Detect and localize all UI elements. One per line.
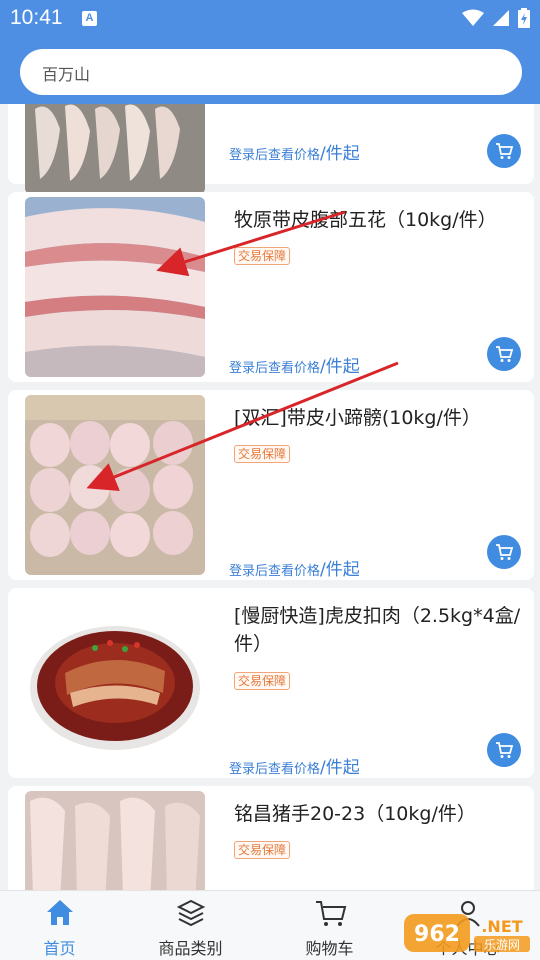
nav-categories[interactable]: 商品类别 (123, 891, 258, 960)
product-list[interactable]: 登录后查看价格/件起 牧原带皮腹部五花（10kg/件） 交易保障 登录后查看价格… (0, 104, 540, 890)
product-title[interactable]: [双汇]带皮小蹄髈(10kg/件） (234, 404, 534, 432)
product-card[interactable]: 牧原带皮腹部五花（10kg/件） 交易保障 登录后查看价格/件起 (8, 192, 534, 382)
app-header: 10:41 A 百万山 (0, 0, 540, 104)
nav-home[interactable]: 首页 (0, 891, 127, 960)
nav-label: 首页 (43, 939, 76, 958)
svg-text:乐游网: 乐游网 (484, 938, 520, 952)
price-login-note[interactable]: 登录后查看价格/件起 (229, 555, 360, 580)
wifi-icon (462, 9, 484, 26)
trade-guarantee-badge: 交易保障 (234, 672, 291, 690)
cart-icon (496, 544, 514, 560)
product-card[interactable]: 登录后查看价格/件起 (8, 104, 534, 194)
add-to-cart-button[interactable] (487, 134, 521, 168)
product-title[interactable]: [慢厨快造]虎皮扣肉（2.5kg*4盒/件） (234, 602, 534, 658)
product-image[interactable] (25, 104, 205, 194)
add-to-cart-button[interactable] (487, 733, 521, 767)
notification-app-icon: A (82, 11, 97, 26)
cart-icon (315, 901, 346, 926)
trade-guarantee-badge: 交易保障 (234, 841, 291, 859)
home-icon (46, 900, 73, 925)
svg-text:962: 962 (414, 922, 460, 947)
product-image[interactable] (25, 395, 205, 575)
trade-guarantee-badge: 交易保障 (234, 445, 291, 463)
price-login-note[interactable]: 登录后查看价格/件起 (229, 753, 360, 778)
site-watermark: 962 .NET 乐游网 (402, 912, 534, 954)
battery-icon (518, 8, 530, 28)
trade-guarantee-badge: 交易保障 (234, 247, 291, 265)
nav-cart[interactable]: 购物车 (262, 891, 397, 960)
product-image[interactable] (25, 791, 205, 890)
status-bar: 10:41 A (0, 0, 540, 36)
search-input-text: 百万山 (42, 65, 91, 84)
status-time: 10:41 (10, 6, 63, 29)
cart-icon (496, 742, 514, 758)
price-login-note[interactable]: 登录后查看价格/件起 (229, 352, 360, 377)
add-to-cart-button[interactable] (487, 337, 521, 371)
status-icons (462, 6, 530, 30)
nav-label: 商品类别 (158, 939, 223, 958)
product-card[interactable]: 铭昌猪手20-23（10kg/件） 交易保障 (8, 786, 534, 890)
product-title[interactable]: 铭昌猪手20-23（10kg/件） (234, 800, 534, 828)
product-card[interactable]: [双汇]带皮小蹄髈(10kg/件） 交易保障 登录后查看价格/件起 (8, 390, 534, 580)
cart-icon (496, 346, 514, 362)
add-to-cart-button[interactable] (487, 535, 521, 569)
cart-icon (496, 143, 514, 159)
product-image[interactable] (25, 197, 205, 377)
watermark-logo: 962 .NET 乐游网 (404, 914, 530, 952)
signal-icon (493, 10, 509, 26)
product-card[interactable]: [慢厨快造]虎皮扣肉（2.5kg*4盒/件） 交易保障 登录后查看价格/件起 (8, 588, 534, 778)
svg-text:.NET: .NET (481, 917, 522, 936)
search-input[interactable]: 百万山 (20, 49, 522, 95)
price-login-note[interactable]: 登录后查看价格/件起 (229, 139, 360, 164)
product-image[interactable] (25, 593, 205, 773)
nav-label: 购物车 (305, 939, 354, 958)
product-title[interactable]: 牧原带皮腹部五花（10kg/件） (234, 206, 534, 234)
layers-icon (176, 899, 205, 927)
